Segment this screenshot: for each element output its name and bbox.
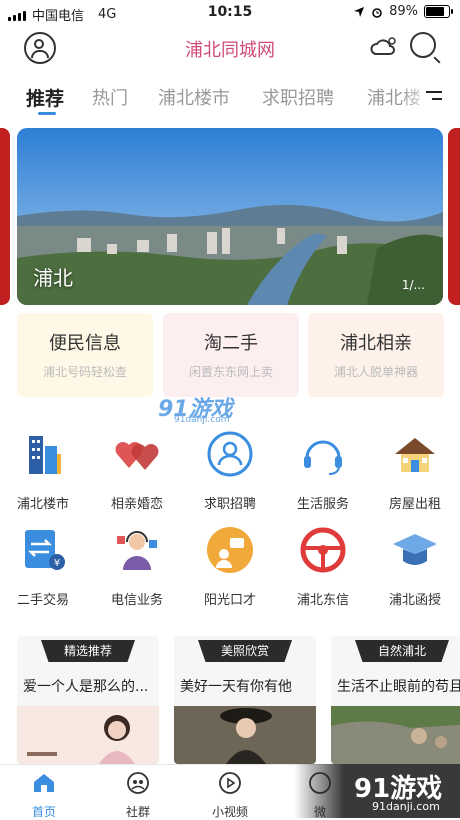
grid-item-telecom[interactable]: 电信业务 xyxy=(102,526,172,608)
location-icon xyxy=(354,6,365,17)
feed-tag: 自然浦北 xyxy=(355,640,449,662)
quick-cards: 便民信息 浦北号码轻松查 淘二手 闲置东东网上卖 浦北相亲 浦北人脱单神器 xyxy=(0,313,460,397)
card-subtitle: 闲置东东网上卖 xyxy=(188,365,273,379)
city-landscape-photo xyxy=(17,128,443,305)
banner-next-peek[interactable] xyxy=(448,128,460,305)
tab-community[interactable]: 社群 xyxy=(108,771,168,820)
card-convenience[interactable]: 便民信息 浦北号码轻松查 xyxy=(17,313,153,397)
card-subtitle: 浦北人脱单神器 xyxy=(333,365,418,379)
play-icon xyxy=(219,772,241,794)
card-dating[interactable]: 浦北相亲 浦北人脱单神器 xyxy=(308,313,444,397)
menu-icon[interactable] xyxy=(426,91,442,105)
feed-photo xyxy=(17,706,159,764)
exchange-icon: ¥ xyxy=(25,530,65,570)
brand-logo-overlay: 91游戏 91danji.com xyxy=(294,764,460,818)
battery-percent: 89% xyxy=(389,4,418,19)
grid-item-eloquence[interactable]: 阳光口才 xyxy=(195,526,265,608)
status-bar: 中国电信 4G 10:15 89% xyxy=(0,0,460,26)
tab-short-video[interactable]: 小视频 xyxy=(200,771,260,820)
feed-tag: 美照欣赏 xyxy=(198,640,292,662)
feed-tag: 精选推荐 xyxy=(41,640,135,662)
watermark-logo: 91游戏 91danji.com xyxy=(158,397,233,425)
card-secondhand[interactable]: 淘二手 闲置东东网上卖 xyxy=(163,313,299,397)
tab-hot[interactable]: 热门 xyxy=(92,84,128,110)
feed-photo xyxy=(331,706,460,764)
feed-title: 生活不止眼前的苟且 xyxy=(337,679,460,695)
tab-home[interactable]: 首页 xyxy=(14,771,74,820)
tab-jobs[interactable]: 求职招聘 xyxy=(262,84,334,110)
card-title: 浦北相亲 xyxy=(340,333,412,354)
home-icon xyxy=(34,774,54,792)
banner-prev-peek[interactable] xyxy=(0,128,10,305)
steering-wheel-icon xyxy=(300,527,346,573)
speech-icon xyxy=(207,527,253,573)
feed-title: 美好一天有你有他 xyxy=(180,679,292,695)
grid-item-real-estate[interactable]: 浦北楼市 xyxy=(8,430,78,512)
community-icon xyxy=(127,772,149,794)
banner-caption: 浦北 xyxy=(33,266,73,290)
hearts-icon xyxy=(115,442,159,470)
grid-item-secondhand[interactable]: ¥ 二手交易 xyxy=(8,526,78,608)
job-icon xyxy=(207,431,253,477)
alarm-icon xyxy=(372,7,382,18)
grid-item-jobs[interactable]: 求职招聘 xyxy=(195,430,265,512)
feed-card[interactable]: 精选推荐 爱一个人是那么的... xyxy=(17,636,159,764)
tab-recommend[interactable]: 推荐 xyxy=(26,84,64,111)
card-title: 便民信息 xyxy=(49,333,121,354)
grid-item-correspondence[interactable]: 浦北函授 xyxy=(380,526,450,608)
graduation-cap-icon xyxy=(393,534,437,565)
card-title: 淘二手 xyxy=(204,333,258,354)
building-icon xyxy=(29,436,61,474)
feed-card[interactable]: 美照欣赏 美好一天有你有他 xyxy=(174,636,316,764)
telecom-icon xyxy=(117,531,157,570)
search-icon[interactable] xyxy=(410,32,436,58)
grid-item-rental[interactable]: 房屋出租 xyxy=(380,430,450,512)
feed-title: 爱一个人是那么的... xyxy=(23,679,149,695)
house-icon xyxy=(395,438,435,472)
svg-text:¥: ¥ xyxy=(54,558,60,569)
banner-pager: 1/... xyxy=(401,278,425,292)
grid-item-dongxin[interactable]: 浦北东信 xyxy=(288,526,358,608)
weather-icon[interactable] xyxy=(370,34,400,58)
card-subtitle: 浦北号码轻松查 xyxy=(42,365,127,379)
battery-icon xyxy=(424,5,453,18)
active-tab-indicator xyxy=(38,112,56,115)
feed-photo xyxy=(174,706,316,764)
grid-item-dating[interactable]: 相亲婚恋 xyxy=(102,430,172,512)
feed-card[interactable]: 自然浦北 生活不止眼前的苟且 xyxy=(331,636,460,764)
category-tabs: 推荐 热门 浦北楼市 求职招聘 浦北楼 xyxy=(0,80,460,120)
tab-real-estate[interactable]: 浦北楼市 xyxy=(158,84,230,110)
headset-icon xyxy=(304,440,342,475)
grid-item-life-service[interactable]: 生活服务 xyxy=(288,430,358,512)
banner-carousel[interactable]: 浦北 1/... xyxy=(17,128,443,305)
app-header: 浦北同城网 xyxy=(0,26,460,72)
feed-section: 精选推荐 爱一个人是那么的... 美照欣赏 美好一天有你有他 自然浦北 生活不止… xyxy=(0,636,460,764)
